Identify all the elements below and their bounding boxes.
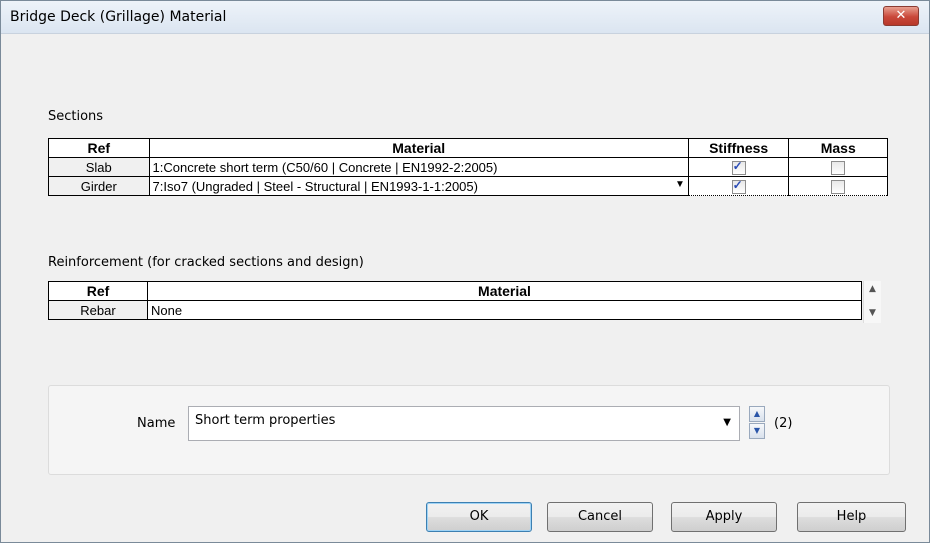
material-cell[interactable]: 1:Concrete short term (C50/60 | Concrete… [148, 157, 689, 177]
scroll-up-icon[interactable]: ▲ [864, 281, 881, 297]
reinforcement-table: Ref Material Rebar None [48, 281, 862, 320]
dialog-window: Bridge Deck (Grillage) Material ✕ Sectio… [0, 0, 930, 543]
name-count: (2) [774, 416, 793, 431]
reinforcement-scrollbar[interactable]: ▲ ▼ [863, 281, 881, 323]
cancel-button[interactable]: Cancel [547, 502, 653, 532]
material-header: Material [147, 281, 862, 301]
dropdown-arrow-icon[interactable]: ▼ [723, 417, 731, 428]
sections-label: Sections [48, 109, 104, 124]
name-combo-value: Short term properties [195, 413, 336, 428]
apply-button[interactable]: Apply [671, 502, 777, 532]
scroll-down-icon[interactable]: ▼ [864, 305, 881, 321]
stiffness-checkbox[interactable] [731, 178, 746, 194]
stiffness-cell [687, 157, 790, 177]
material-header: Material [148, 138, 689, 158]
table-row: Rebar None [48, 300, 862, 320]
ref-header: Ref [48, 138, 150, 158]
name-panel: Name Short term properties ▼ ▲ ▼ (2) [48, 385, 890, 475]
sections-header-row: Ref Material Stiffness Mass [48, 138, 888, 158]
name-spinner[interactable]: ▲ ▼ [749, 406, 765, 439]
ref-header: Ref [48, 281, 148, 301]
window-title: Bridge Deck (Grillage) Material [10, 9, 227, 25]
mass-cell [788, 176, 888, 196]
title-bar: Bridge Deck (Grillage) Material ✕ [1, 1, 929, 34]
material-combo-value: 7:Iso7 (Ungraded | Steel - Structural | … [152, 178, 478, 194]
close-icon[interactable]: ✕ [883, 6, 919, 26]
stiffness-checkbox[interactable] [731, 159, 746, 175]
mass-checkbox[interactable] [831, 160, 846, 175]
mass-checkbox[interactable] [831, 179, 846, 194]
reinforcement-header-row: Ref Material [48, 281, 862, 301]
table-row: Girder 7:Iso7 (Ungraded | Steel - Struct… [48, 176, 888, 196]
table-row: Slab 1:Concrete short term (C50/60 | Con… [48, 157, 888, 177]
sections-table: Ref Material Stiffness Mass Slab 1:Concr… [48, 138, 888, 196]
row-ref-cell: Slab [48, 157, 150, 177]
mass-cell [788, 157, 888, 177]
material-combo-cell[interactable]: 7:Iso7 (Ungraded | Steel - Structural | … [148, 176, 689, 196]
row-ref-cell: Rebar [48, 300, 148, 320]
dropdown-arrow-icon[interactable]: ▼ [675, 179, 685, 190]
name-label: Name [137, 416, 176, 431]
stiffness-header: Stiffness [687, 138, 790, 158]
mass-header: Mass [788, 138, 888, 158]
spin-up-icon[interactable]: ▲ [749, 406, 765, 422]
material-cell[interactable]: None [147, 300, 862, 320]
spin-down-icon[interactable]: ▼ [749, 423, 765, 439]
row-ref-cell: Girder [48, 176, 150, 196]
ok-button[interactable]: OK [426, 502, 532, 532]
reinforcement-label: Reinforcement (for cracked sections and … [48, 255, 364, 270]
help-button[interactable]: Help [797, 502, 906, 532]
name-combo[interactable]: Short term properties ▼ [188, 406, 740, 441]
stiffness-cell [687, 176, 790, 196]
